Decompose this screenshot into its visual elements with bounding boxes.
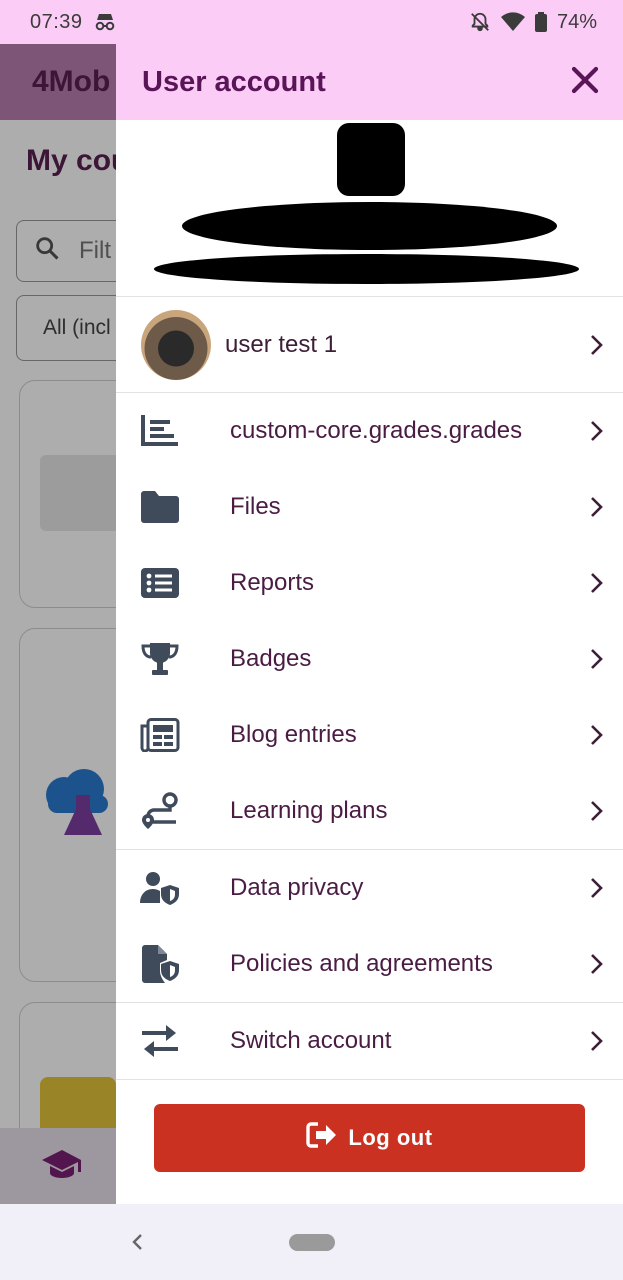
logout-icon [306, 1122, 338, 1154]
menu-label: Reports [230, 569, 315, 596]
menu-item-badges[interactable]: Badges [116, 621, 623, 697]
chevron-right-icon [571, 419, 623, 443]
close-button[interactable] [547, 44, 623, 120]
status-time: 07:39 [30, 10, 83, 33]
close-icon [571, 66, 599, 99]
chevron-right-icon [571, 876, 623, 900]
menu-item-learning-plans[interactable]: Learning plans [116, 773, 623, 849]
avatar [141, 309, 211, 380]
list-icon [140, 563, 180, 603]
file-shield-icon [140, 944, 180, 984]
wifi-icon [500, 12, 525, 32]
chevron-right-icon [571, 723, 623, 747]
site-logo-redacted [337, 123, 405, 196]
menu-item-data-privacy[interactable]: Data privacy [116, 850, 623, 926]
menu-label: Switch account [230, 1027, 392, 1054]
swap-icon [140, 1021, 180, 1061]
back-icon[interactable] [126, 1230, 150, 1254]
chevron-right-icon [571, 647, 623, 671]
chevron-right-icon [571, 799, 623, 823]
system-navigation-bar [0, 1204, 623, 1280]
menu-label: Policies and agreements [230, 950, 493, 977]
switch-account-item[interactable]: Switch account [116, 1003, 623, 1079]
chevron-right-icon [571, 495, 623, 519]
menu-item-grades[interactable]: custom-core.grades.grades [116, 393, 623, 469]
menu-item-files[interactable]: Files [116, 469, 623, 545]
user-shield-icon [140, 868, 180, 908]
notifications-off-icon [469, 11, 491, 33]
switch-account-section: Switch account [116, 1002, 623, 1080]
privacy-menu: Data privacy Policies and agreements [116, 850, 623, 1002]
newspaper-icon [140, 715, 180, 755]
menu-item-policies[interactable]: Policies and agreements [116, 926, 623, 1002]
menu-label: Blog entries [230, 721, 357, 748]
status-bar: 07:39 74% [0, 0, 623, 44]
battery-icon [534, 12, 547, 32]
drawer-title: User account [142, 65, 326, 98]
logout-button[interactable]: Log out [154, 1104, 585, 1172]
chevron-right-icon [571, 333, 623, 357]
chevron-right-icon [571, 571, 623, 595]
home-handle[interactable] [289, 1234, 335, 1251]
menu-label: Badges [230, 645, 312, 672]
site-info [116, 120, 623, 297]
logout-container: Log out [154, 1104, 585, 1172]
user-name: user test 1 [225, 330, 338, 358]
menu-item-reports[interactable]: Reports [116, 545, 623, 621]
drawer-header: User account [116, 44, 623, 120]
site-url-redacted [154, 254, 579, 284]
menu-label: Files [230, 493, 281, 520]
folder-icon [140, 487, 180, 527]
user-account-drawer: User account user test 1 custom-core.gra… [116, 44, 623, 1204]
trophy-icon [140, 639, 180, 679]
battery-percent: 74% [556, 10, 597, 33]
grades-icon [140, 411, 180, 451]
site-name-redacted [182, 202, 557, 250]
user-profile-item[interactable]: user test 1 [116, 297, 623, 393]
menu-item-blog-entries[interactable]: Blog entries [116, 697, 623, 773]
user-menu: custom-core.grades.grades Files Reports … [116, 393, 623, 850]
incognito-icon [93, 12, 117, 32]
chevron-right-icon [571, 952, 623, 976]
logout-label: Log out [348, 1125, 433, 1150]
menu-label: custom-core.grades.grades [230, 417, 523, 444]
menu-label: Data privacy [230, 874, 364, 901]
menu-label: Learning plans [230, 797, 388, 824]
chevron-right-icon [571, 1029, 623, 1053]
route-icon [140, 791, 180, 831]
